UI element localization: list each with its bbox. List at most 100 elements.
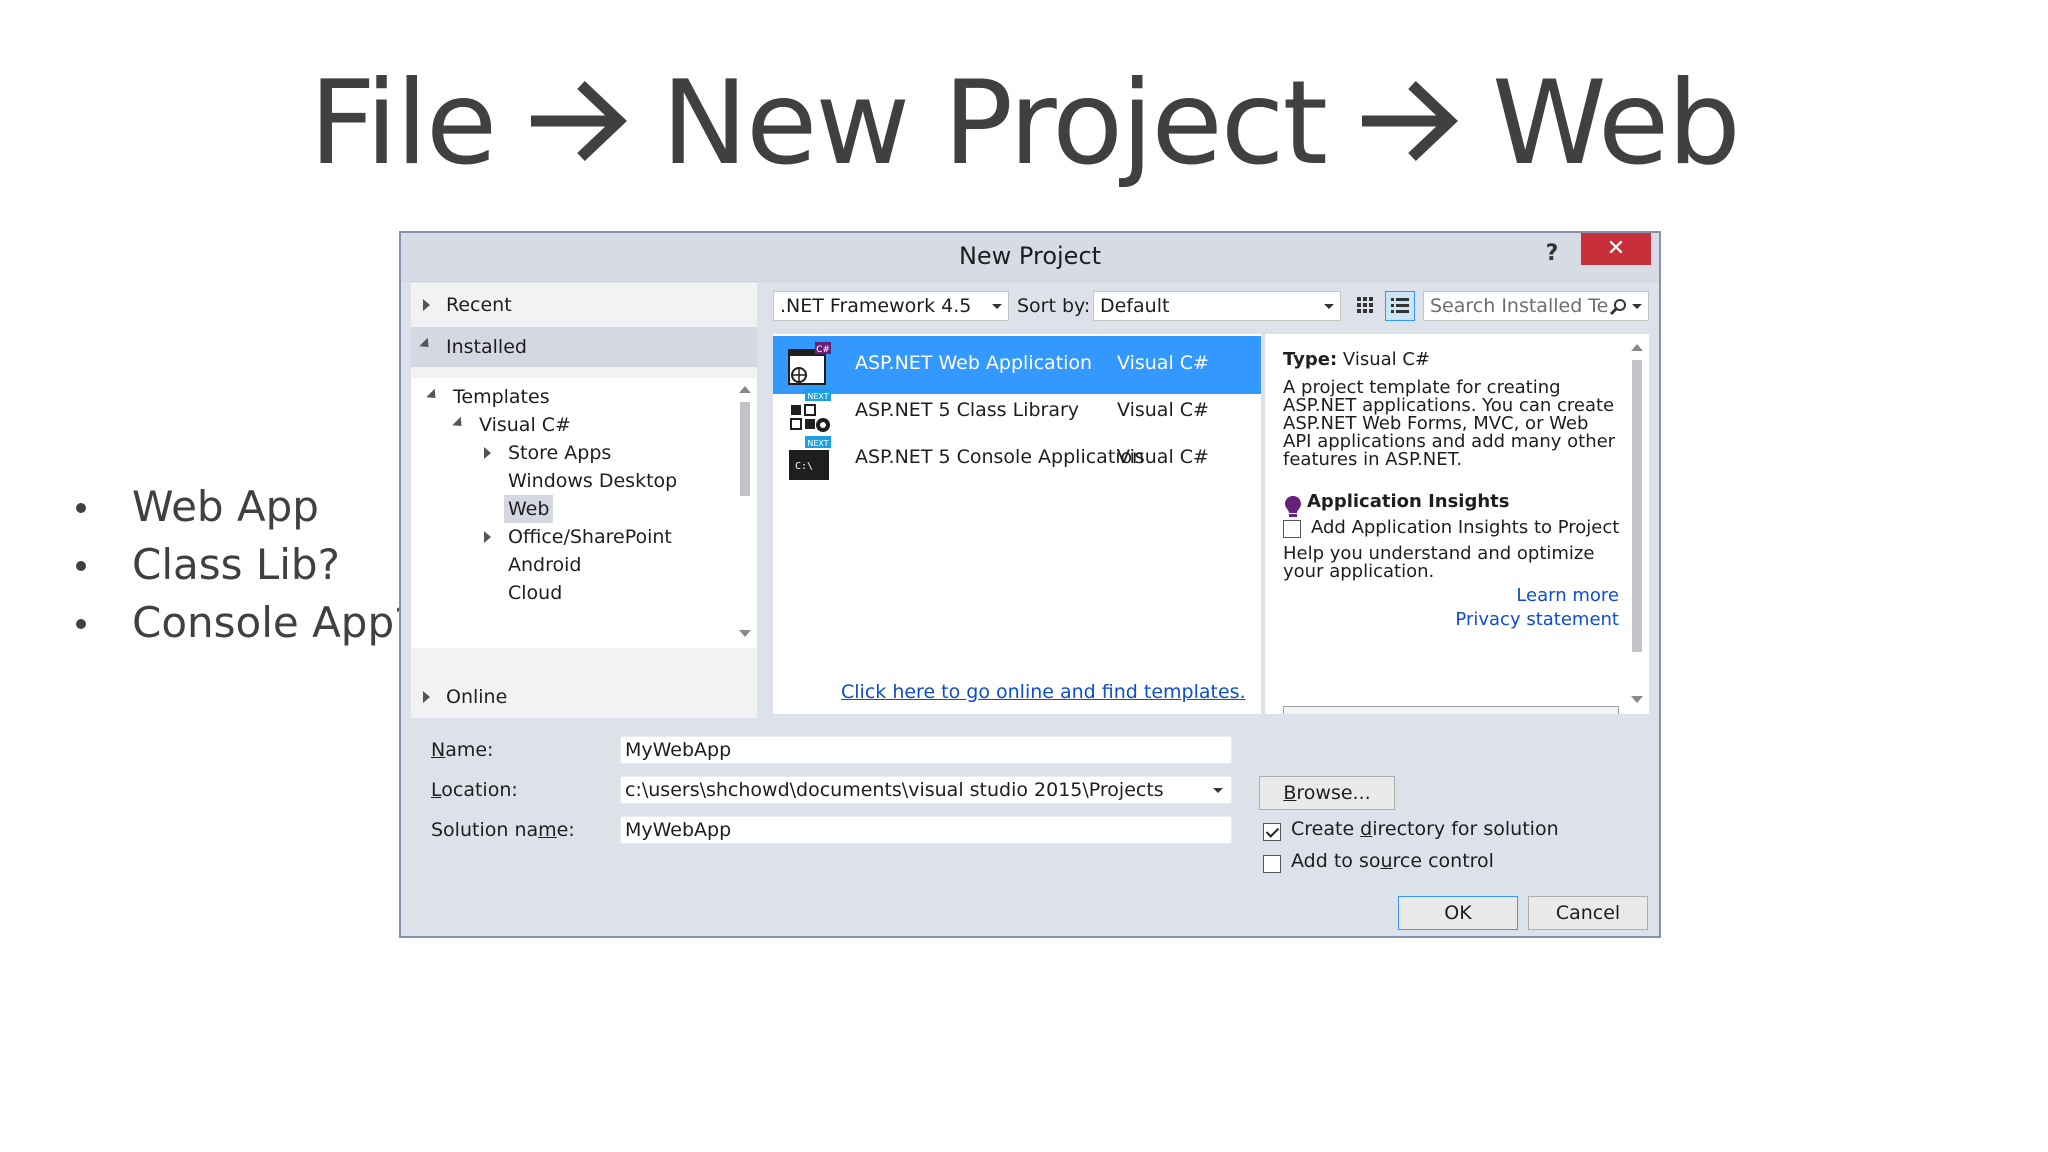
chevron-down-icon (992, 304, 1002, 309)
add-application-insights-checkbox[interactable] (1283, 520, 1301, 538)
tree-item-templates[interactable]: Templates (411, 383, 550, 411)
scroll-down-icon[interactable] (739, 630, 751, 637)
cancel-button[interactable]: Cancel (1528, 896, 1648, 930)
scroll-down-icon[interactable] (1631, 696, 1643, 703)
insights-help-line: your application. (1283, 561, 1435, 582)
description-scrollbar[interactable] (1625, 334, 1649, 714)
tree-item-label: Web (508, 498, 550, 520)
expand-icon (423, 299, 430, 311)
tree-item-cloud[interactable]: Cloud (411, 579, 562, 607)
template-language: Visual C# (1117, 352, 1209, 374)
add-to-source-control-label[interactable]: Add to source control (1291, 850, 1494, 872)
bullet-item: Console App? (70, 594, 416, 652)
browse-button[interactable]: Browse... (1259, 776, 1395, 810)
title-part-new-project: New Project (661, 56, 1328, 191)
search-installed-templates-input[interactable]: Search Installed Te (1423, 291, 1649, 321)
scroll-thumb[interactable] (1632, 360, 1642, 652)
account-picker[interactable] (1283, 706, 1619, 714)
tree-item-label: Windows Desktop (508, 470, 678, 492)
arrow-right-icon (1361, 81, 1458, 162)
title-part-web: Web (1491, 56, 1741, 191)
svg-text:NEXT: NEXT (807, 439, 828, 448)
tree-item-android[interactable]: Android (411, 551, 581, 579)
arrow-right-icon (531, 81, 628, 162)
tree-item-office-sharepoint[interactable]: Office/SharePoint (411, 523, 672, 551)
sort-select-value: Default (1100, 295, 1170, 317)
create-directory-checkbox[interactable] (1263, 823, 1281, 841)
bullet-item: Web App (70, 478, 416, 536)
learn-more-link[interactable]: Learn more (1516, 585, 1619, 606)
tree-item-store-apps[interactable]: Store Apps (411, 439, 611, 467)
tree-item-label: Cloud (508, 582, 563, 604)
tree-scrollbar[interactable] (733, 378, 757, 648)
find-online-templates-link[interactable]: Click here to go online and find templat… (841, 681, 1246, 703)
dialog-title: New Project (958, 242, 1102, 270)
svg-text:NEXT: NEXT (807, 392, 828, 401)
chevron-down-icon[interactable] (1632, 304, 1642, 309)
application-insights-title: Application Insights (1307, 491, 1510, 512)
scroll-up-icon[interactable] (1631, 344, 1643, 351)
tree-item-windows-desktop[interactable]: Windows Desktop (411, 467, 677, 495)
help-button[interactable]: ? (1537, 239, 1567, 269)
bullet-dot (76, 561, 86, 571)
template-name: ASP.NET 5 Console Application (855, 446, 1145, 468)
category-installed[interactable]: Installed (411, 327, 757, 367)
ok-button[interactable]: OK (1398, 896, 1518, 930)
console-application-icon: NEXT C:\ (789, 436, 831, 480)
chevron-down-icon (1324, 304, 1334, 309)
expand-icon (484, 447, 491, 459)
svg-text:C:\: C:\ (795, 461, 813, 472)
small-icons-view-button[interactable] (1351, 291, 1381, 321)
bullet-dot (76, 619, 86, 629)
grid-view-icon (1357, 297, 1373, 313)
framework-select-value: .NET Framework 4.5 (780, 295, 972, 317)
category-online-label: Online (446, 686, 508, 708)
type-line: Type: Visual C# (1283, 348, 1430, 372)
template-name: ASP.NET Web Application (855, 352, 1093, 374)
location-combobox[interactable]: c:\users\shchowd\documents\visual studio… (620, 776, 1232, 804)
bullet-dot (76, 503, 86, 513)
category-recent[interactable]: Recent (411, 285, 757, 325)
dialog-titlebar: New Project ? ✕ (401, 233, 1659, 282)
search-icon[interactable] (1608, 297, 1628, 317)
web-application-icon: C# (788, 342, 831, 385)
collapse-icon (426, 388, 440, 403)
sort-select[interactable]: Default (1093, 291, 1341, 321)
tree-item-visual-csharp[interactable]: Visual C# (411, 411, 571, 439)
tree-item-label: Visual C# (479, 414, 571, 436)
list-view-button[interactable] (1385, 291, 1415, 321)
tree-item-label: Store Apps (508, 442, 612, 464)
category-panel: Recent Installed Templates Visual C# Sto… (411, 283, 757, 718)
solution-name-label: Solution name: (431, 819, 575, 841)
bullet-text: Class Lib? (132, 540, 340, 589)
tree-item-label: Templates (453, 386, 550, 408)
category-recent-label: Recent (446, 294, 512, 316)
create-directory-label[interactable]: Create directory for solution (1291, 818, 1559, 840)
list-view-icon (1391, 298, 1409, 313)
template-language: Visual C# (1117, 446, 1209, 468)
location-label: Location: (431, 779, 518, 801)
solution-name-input[interactable]: MyWebApp (620, 816, 1232, 844)
location-value: c:\users\shchowd\documents\visual studio… (625, 779, 1164, 801)
scroll-thumb[interactable] (740, 402, 750, 496)
bullet-item: Class Lib? (70, 536, 416, 594)
framework-select[interactable]: .NET Framework 4.5 (773, 291, 1009, 321)
expand-icon (423, 691, 430, 703)
privacy-statement-link[interactable]: Privacy statement (1455, 609, 1619, 630)
tree-item-label: Android (508, 554, 582, 576)
scroll-up-icon[interactable] (739, 386, 751, 393)
close-button[interactable]: ✕ (1581, 233, 1651, 265)
add-to-source-control-checkbox[interactable] (1263, 855, 1281, 873)
template-language: Visual C# (1117, 399, 1209, 421)
template-description-panel: Type: Visual C# A project template for c… (1265, 334, 1649, 714)
template-list: C# ASP.NET Web Application Visual C# NEX… (773, 334, 1261, 714)
title-part-file: File (309, 56, 497, 191)
tree-item-web[interactable]: Web (504, 495, 554, 523)
chevron-down-icon[interactable] (1213, 788, 1223, 793)
add-application-insights-label[interactable]: Add Application Insights to Project (1311, 516, 1619, 540)
type-label: Type: (1283, 349, 1338, 370)
category-online[interactable]: Online (411, 677, 757, 717)
template-item[interactable]: NEXT C:\ ASP.NET 5 Console Application V… (773, 430, 1261, 488)
project-name-input[interactable]: MyWebApp (620, 736, 1232, 764)
tree-item-label: Office/SharePoint (508, 526, 672, 548)
